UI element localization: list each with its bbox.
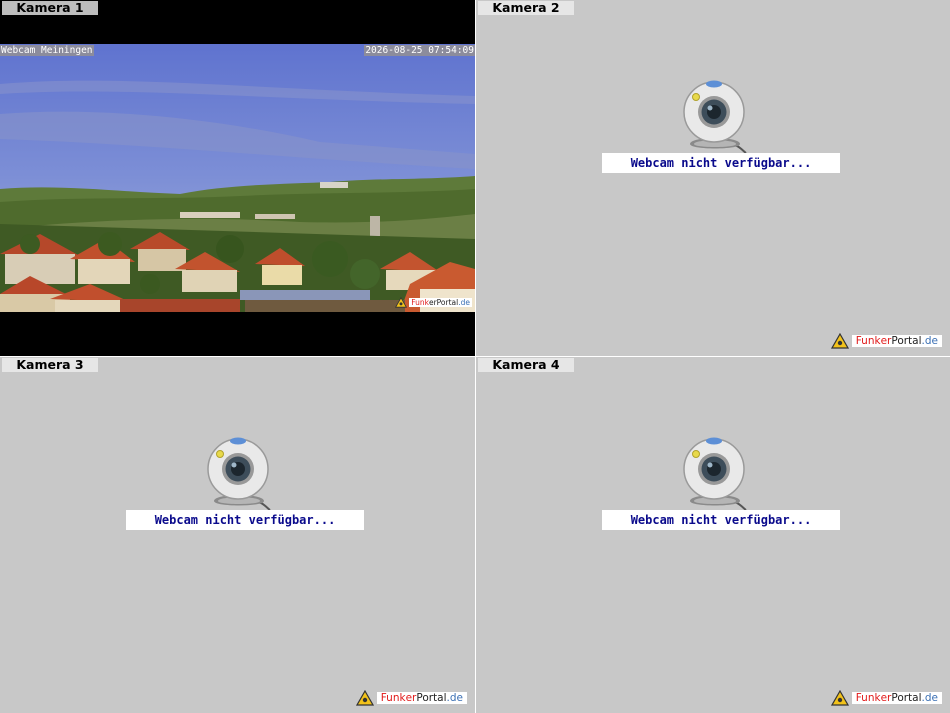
webcam-icon [683,437,747,511]
webcam-icon [683,80,747,154]
webcam-unavailable-message: Webcam nicht verfügbar... [126,510,364,530]
camera-4-label: Kamera 4 [478,358,574,372]
camera-1-panel: Webcam Meiningen 2026-08-25 07:54:09 Fun… [0,0,475,356]
camera-1-label: Kamera 1 [2,1,98,15]
warning-logo-icon [830,333,849,349]
warning-logo-icon [395,296,408,308]
funkerportal-logo: Funk er Portal .de [830,689,942,707]
warning-logo-icon [355,690,374,706]
funkerportal-logo: Funk er Portal .de [395,296,472,308]
webcam-overlay-timestamp: 2026-08-25 07:54:09 [364,45,475,56]
webcam-overlay-title: Webcam Meiningen [0,45,94,56]
webcam-icon [207,437,271,511]
camera-3-label: Kamera 3 [2,358,98,372]
camera-2-label: Kamera 2 [478,1,574,15]
camera-3-panel: Kamera 3 Webcam nicht verfügbar... Funk e… [0,357,475,713]
funkerportal-logo: Funk er Portal .de [830,332,942,350]
warning-logo-icon [830,690,849,706]
funkerportal-logo: Funk er Portal .de [355,689,467,707]
camera-4-panel: Kamera 4 Webcam nicht verfügbar... Funk e… [476,357,950,713]
webcam-image-meiningen [0,44,475,312]
camera-2-panel: Kamera 2 Webcam nicht verfügbar... Funk e… [476,0,950,356]
webcam-unavailable-message: Webcam nicht verfügbar... [602,510,840,530]
webcam-unavailable-message: Webcam nicht verfügbar... [602,153,840,173]
